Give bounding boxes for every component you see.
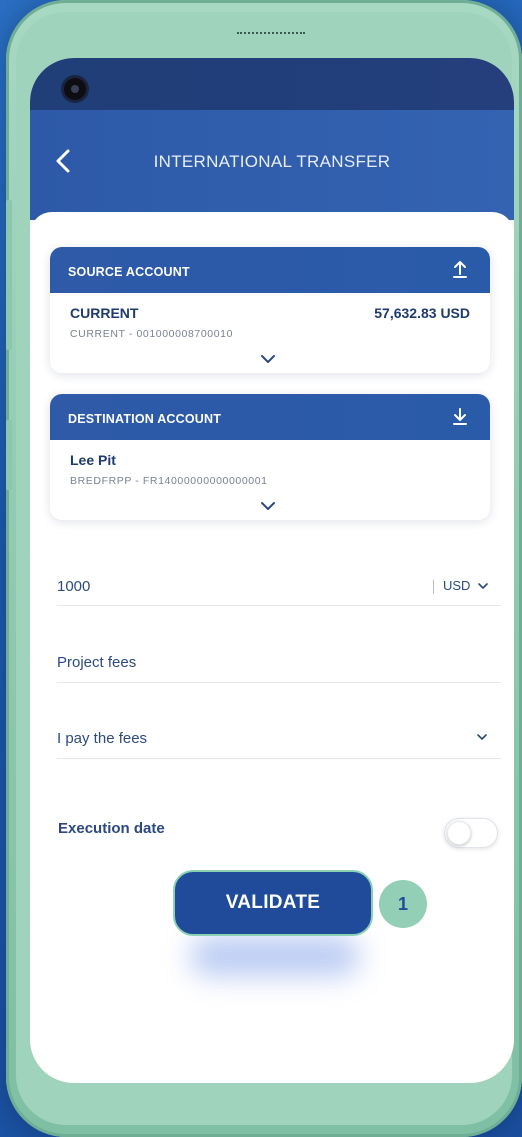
back-button[interactable] [54, 148, 80, 174]
speaker-grille [237, 32, 305, 36]
destination-account-header-label: DESTINATION ACCOUNT [68, 412, 222, 426]
amount-field[interactable]: 1000 USD [57, 568, 501, 606]
chevron-down-icon [478, 583, 488, 589]
destination-account-number: BREDFRPP - FR14000000000000001 [70, 475, 268, 487]
reference-value: Project fees [57, 654, 137, 671]
main-content: SOURCE ACCOUNT CURRENT CURRENT - 0010000… [30, 212, 514, 1083]
validate-button[interactable]: VALIDATE [173, 870, 373, 936]
destination-account-header: DESTINATION ACCOUNT [50, 394, 490, 440]
execution-date-label: Execution date [58, 820, 165, 837]
destination-account-name: Lee Pit [70, 452, 116, 468]
amount-value: 1000 [57, 578, 91, 595]
toggle-knob [447, 821, 471, 845]
screen: INTERNATIONAL TRANSFER SOURCE ACCOUNT CU… [30, 58, 514, 1083]
source-account-header-label: SOURCE ACCOUNT [68, 265, 190, 279]
chevron-down-icon[interactable] [260, 351, 276, 369]
chevron-down-icon[interactable] [260, 498, 276, 516]
fees-select[interactable]: I pay the fees [57, 720, 501, 759]
validate-glow [190, 936, 360, 976]
camera-icon [64, 78, 86, 100]
fees-value: I pay the fees [57, 730, 148, 747]
page-title: INTERNATIONAL TRANSFER [153, 152, 391, 171]
source-account-header: SOURCE ACCOUNT [50, 247, 490, 293]
chevron-down-icon [477, 734, 487, 740]
step-badge: 1 [379, 880, 427, 928]
source-account-card[interactable]: SOURCE ACCOUNT CURRENT CURRENT - 0010000… [50, 247, 490, 373]
download-icon [452, 407, 468, 428]
chevron-left-icon [56, 149, 70, 173]
source-account-balance: 57,632.83 USD [374, 305, 470, 321]
destination-account-card[interactable]: DESTINATION ACCOUNT Lee Pit BREDFRPP - F… [50, 394, 490, 520]
app-bar: INTERNATIONAL TRANSFER [30, 110, 514, 220]
source-account-number: CURRENT - 001000008700010 [70, 328, 234, 340]
phone-frame: INTERNATIONAL TRANSFER SOURCE ACCOUNT CU… [6, 0, 522, 1137]
currency-value: USD [443, 578, 471, 593]
source-account-name: CURRENT [70, 305, 139, 321]
execution-date-toggle[interactable] [444, 818, 498, 848]
currency-select[interactable]: USD [443, 578, 488, 593]
upload-icon [452, 260, 468, 281]
reference-field[interactable]: Project fees [57, 644, 501, 683]
divider [433, 580, 434, 594]
status-bar [30, 58, 514, 118]
side-button [6, 200, 12, 350]
side-button [6, 420, 12, 490]
